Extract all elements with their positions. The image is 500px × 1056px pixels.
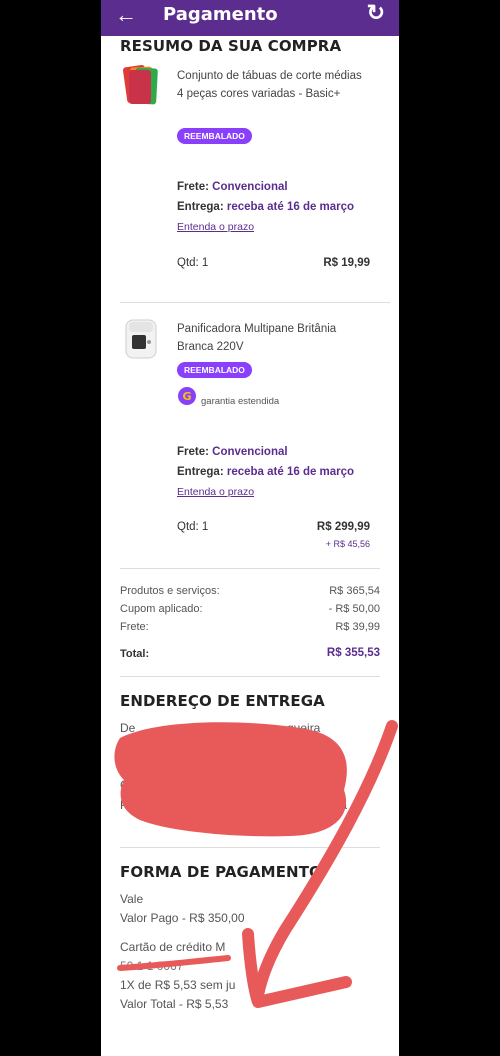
annotation-overlay (114, 720, 398, 1008)
